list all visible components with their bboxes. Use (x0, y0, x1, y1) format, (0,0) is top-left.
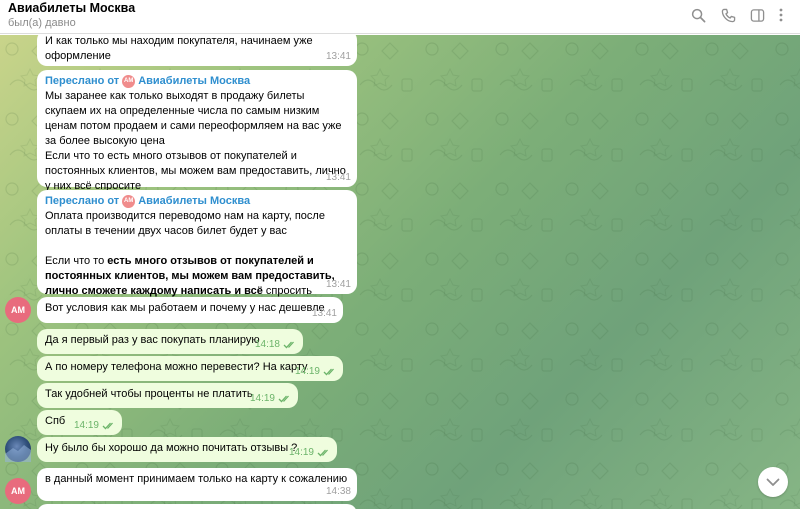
phone-icon[interactable] (719, 6, 737, 24)
message-time: 14:19 (295, 364, 337, 379)
avatar-photo[interactable] (5, 436, 31, 462)
double-check-icon (278, 395, 289, 402)
message-bubble-outgoing[interactable]: Ну было бы хорошо да можно почитать отзы… (37, 437, 337, 462)
message-bubble-outgoing[interactable]: Да я первый раз у вас покупать планирую … (37, 329, 303, 354)
sidebar-icon[interactable] (748, 6, 766, 24)
message-bubble-partial[interactable] (37, 504, 357, 509)
forward-avatar: AM (122, 75, 136, 88)
forward-avatar: AM (122, 195, 136, 208)
message-text: Мы заранее как только выходят в продажу … (45, 90, 346, 192)
message-bubble-forwarded[interactable]: Переслано от AM Авиабилеты Москва Мы зар… (37, 70, 357, 192)
message-time: 13:41 (325, 51, 351, 62)
scroll-down-button[interactable] (758, 467, 788, 497)
double-check-icon (283, 341, 294, 348)
avatar[interactable]: AM (5, 297, 31, 323)
message-bubble[interactable]: в данный момент принимаем только на карт… (37, 468, 357, 501)
message-time: 14:38 (325, 486, 351, 497)
forward-header[interactable]: Переслано от AM Авиабилеты Москва (45, 74, 349, 89)
forward-source[interactable]: Авиабилеты Москва (138, 74, 250, 89)
forward-label: Переслано от (45, 75, 120, 87)
message-bubble-outgoing[interactable]: Спб 14:19 (37, 410, 122, 435)
message-time: 13:41 (325, 172, 351, 183)
forward-label: Переслано от (45, 195, 120, 207)
message-bubble-outgoing[interactable]: Так удобней чтобы проценты не платить 14… (37, 383, 298, 408)
message-time: 14:18 (255, 337, 297, 352)
chat-status: был(а) давно (8, 17, 76, 29)
message-time: 14:19 (289, 445, 331, 460)
message-bubble[interactable]: Вот условия как мы работаем и почему у н… (37, 297, 343, 323)
double-check-icon (102, 422, 113, 429)
message-text: Оплата производится переводомо нам на ка… (45, 210, 328, 237)
avatar[interactable]: AM (5, 478, 31, 504)
message-text: Вот условия как мы работаем и почему у н… (45, 302, 325, 314)
forward-header[interactable]: Переслано от AM Авиабилеты Москва (45, 194, 349, 209)
message-bubble[interactable]: И как только мы находим покупателя, начи… (37, 30, 357, 66)
double-check-icon (323, 368, 334, 375)
message-bubble-forwarded[interactable]: Переслано от AM Авиабилеты Москва Оплата… (37, 190, 357, 297)
message-text: Ну было бы хорошо да можно почитать отзы… (45, 442, 298, 454)
double-check-icon (317, 449, 328, 456)
message-time: 13:41 (311, 308, 337, 319)
more-icon[interactable] (772, 6, 790, 24)
message-bubble-outgoing[interactable]: А по номеру телефона можно перевести? На… (37, 356, 343, 381)
forward-source[interactable]: Авиабилеты Москва (138, 194, 250, 209)
message-time: 14:19 (74, 418, 116, 433)
message-time: 13:41 (325, 279, 351, 290)
message-text: в данный момент принимаем только на карт… (45, 473, 348, 485)
message-text: И как только мы находим покупателя, начи… (45, 35, 316, 62)
search-icon[interactable] (689, 6, 707, 24)
avatar-image (5, 445, 31, 462)
chat-title[interactable]: Авиабилеты Москва (8, 1, 135, 15)
message-text-rich: Если что то есть много отзывов от покупа… (45, 255, 338, 297)
message-time: 14:19 (250, 391, 292, 406)
chevron-down-icon (766, 478, 780, 486)
chat-header: Авиабилеты Москва был(а) давно (0, 0, 800, 34)
message-text: А по номеру телефона можно перевести? На… (45, 361, 308, 373)
